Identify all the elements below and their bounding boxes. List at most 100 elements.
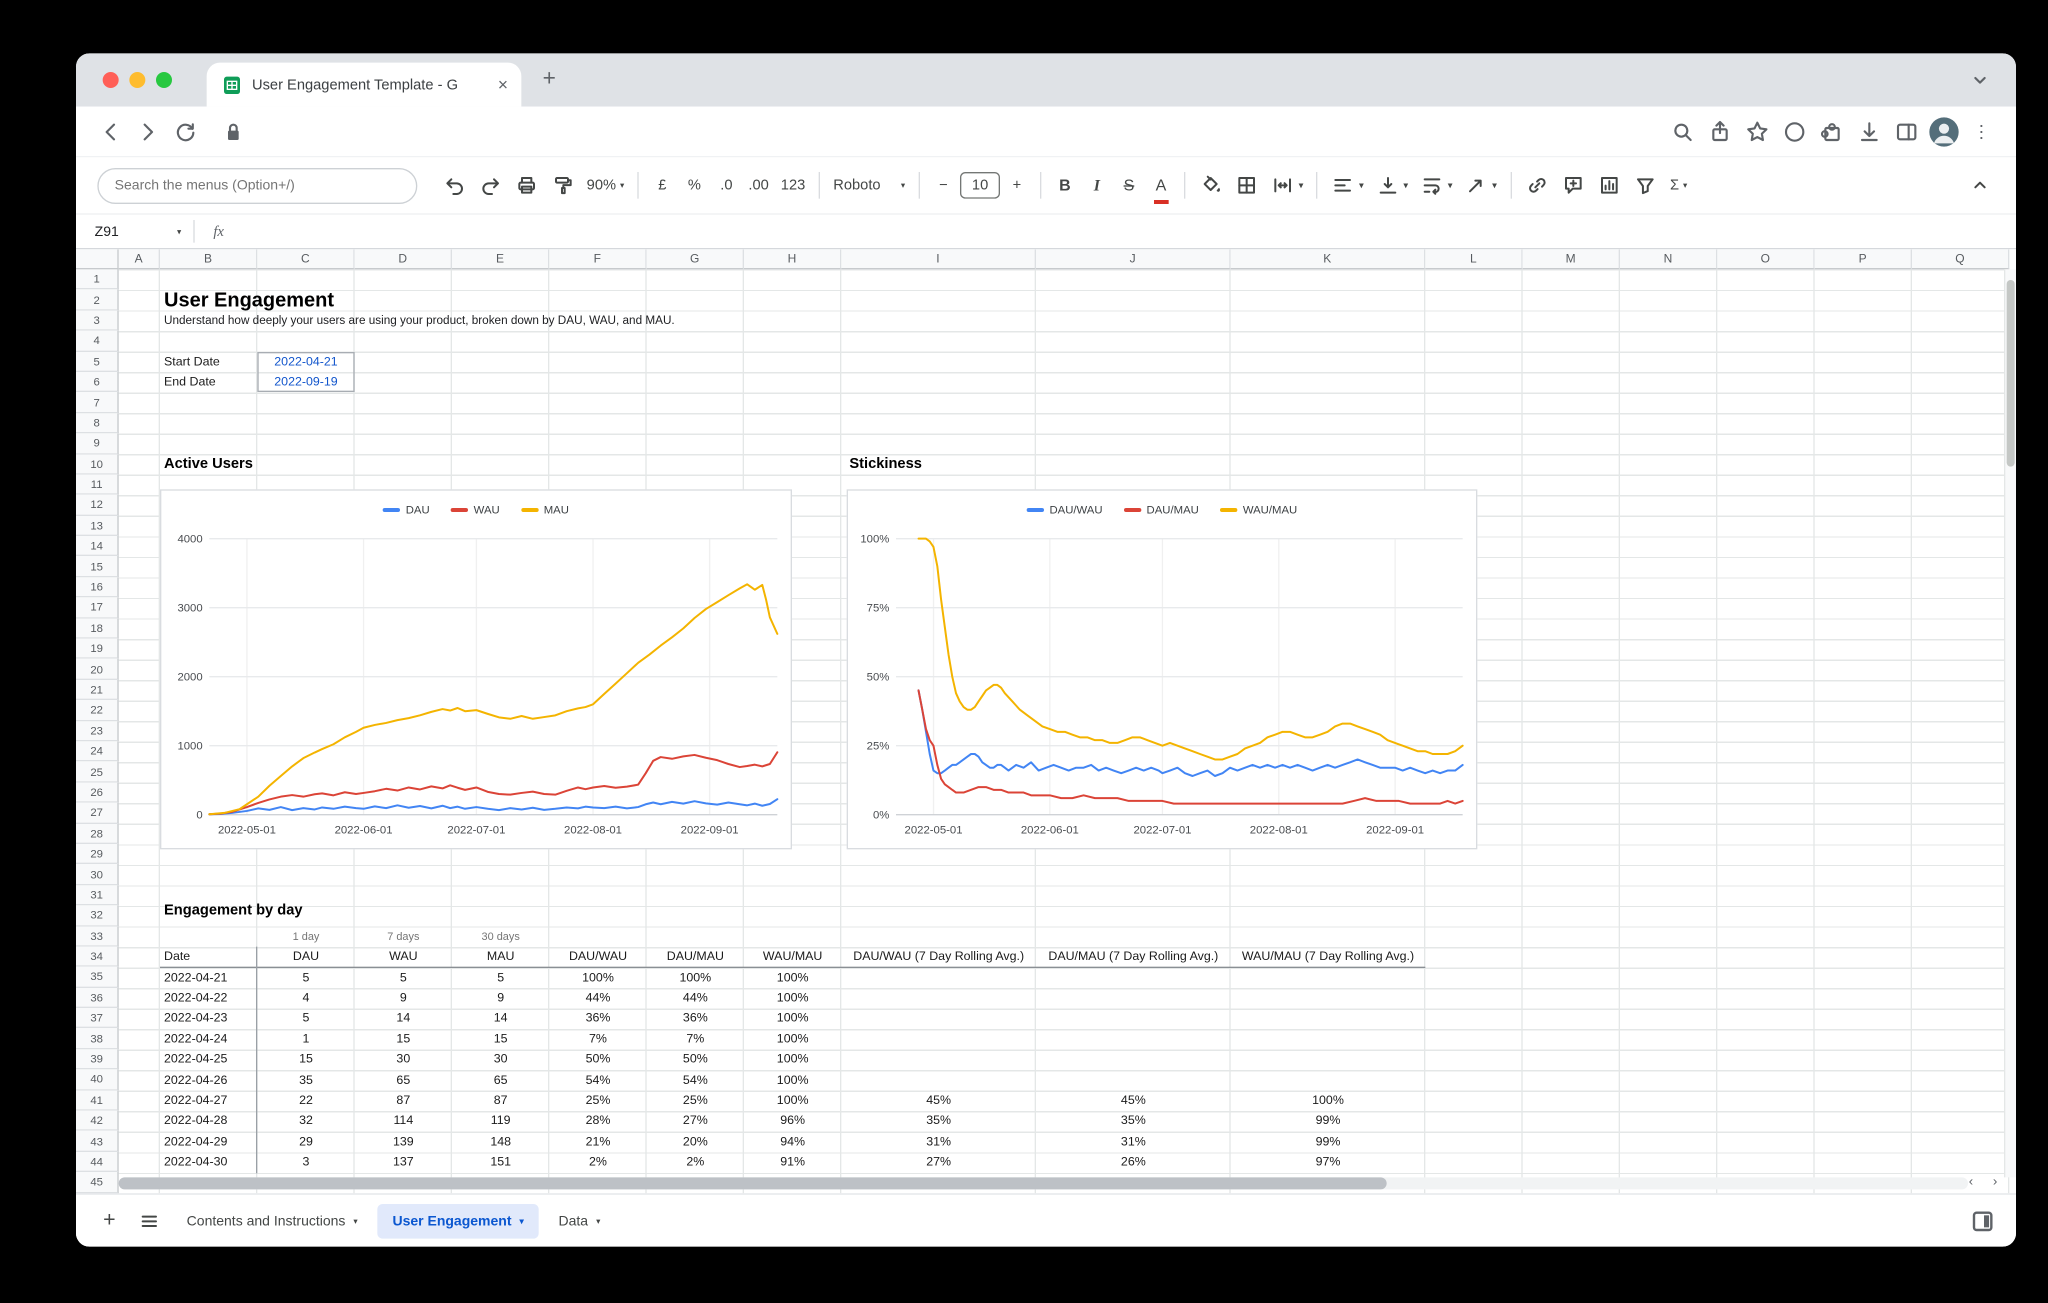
- column-header-o[interactable]: O: [1717, 249, 1814, 269]
- font-family-select[interactable]: Roboto▾: [828, 168, 911, 203]
- menu-search-input[interactable]: [97, 167, 417, 203]
- table-cell[interactable]: 25%: [586, 1091, 611, 1112]
- row-header-14[interactable]: 14: [76, 536, 119, 557]
- font-size-input[interactable]: 10: [960, 172, 1000, 199]
- row-header-13[interactable]: 13: [76, 516, 119, 537]
- table-cell[interactable]: 96%: [780, 1111, 805, 1132]
- table-cell-date[interactable]: 2022-04-28: [164, 1111, 227, 1132]
- table-header[interactable]: WAU/MAU (7 Day Rolling Avg.): [1242, 947, 1414, 968]
- table-cell[interactable]: 100%: [777, 967, 809, 988]
- table-header-date[interactable]: Date: [164, 947, 190, 968]
- table-header[interactable]: MAU: [487, 947, 515, 968]
- table-cell[interactable]: 30: [494, 1050, 508, 1071]
- decrease-decimal-button[interactable]: .0: [711, 168, 742, 203]
- table-cell[interactable]: 45%: [926, 1091, 951, 1112]
- row-header-4[interactable]: 4: [76, 331, 119, 352]
- table-cell[interactable]: 1: [303, 1029, 310, 1050]
- row-header-16[interactable]: 16: [76, 577, 119, 598]
- functions-button[interactable]: Σ▾: [1663, 168, 1694, 203]
- table-cell-date[interactable]: 2022-04-25: [164, 1050, 227, 1071]
- table-span-header[interactable]: 30 days: [482, 926, 520, 947]
- table-cell[interactable]: 137: [393, 1152, 414, 1173]
- table-header[interactable]: WAU: [389, 947, 417, 968]
- table-cell[interactable]: 100%: [1312, 1091, 1344, 1112]
- row-header-37[interactable]: 37: [76, 1008, 119, 1029]
- table-cell[interactable]: 4: [303, 988, 310, 1009]
- increase-decimal-button[interactable]: .00: [743, 168, 774, 203]
- row-header-45[interactable]: 45: [76, 1172, 119, 1193]
- extensions-puzzle-icon[interactable]: [1813, 113, 1850, 150]
- close-window-button[interactable]: [103, 72, 119, 88]
- table-cell[interactable]: 65: [396, 1070, 410, 1091]
- table-cell[interactable]: 139: [393, 1132, 414, 1153]
- table-cell[interactable]: 22: [299, 1091, 313, 1112]
- profile-ring-icon[interactable]: [1776, 113, 1813, 150]
- table-span-header[interactable]: 1 day: [293, 926, 320, 947]
- end-date-label[interactable]: End Date: [164, 372, 216, 393]
- start-date-label[interactable]: Start Date: [164, 351, 220, 372]
- strikethrough-button[interactable]: S: [1114, 168, 1145, 203]
- horizontal-align-button[interactable]: ▾: [1326, 168, 1369, 203]
- decrease-font-size-button[interactable]: −: [928, 168, 959, 203]
- table-cell[interactable]: 65: [494, 1070, 508, 1091]
- table-cell[interactable]: 99%: [1316, 1132, 1341, 1153]
- maximize-window-button[interactable]: [156, 72, 172, 88]
- table-cell[interactable]: 35: [299, 1070, 313, 1091]
- table-cell[interactable]: 30: [396, 1050, 410, 1071]
- table-header[interactable]: WAU/MAU: [763, 947, 822, 968]
- row-header-25[interactable]: 25: [76, 762, 119, 783]
- row-header-33[interactable]: 33: [76, 926, 119, 947]
- share-icon[interactable]: [1701, 113, 1738, 150]
- table-cell[interactable]: 45%: [1121, 1091, 1146, 1112]
- table-cell[interactable]: 99%: [1316, 1111, 1341, 1132]
- row-header-28[interactable]: 28: [76, 823, 119, 844]
- lock-icon[interactable]: [215, 113, 252, 150]
- name-box[interactable]: Z91 ▾: [76, 223, 193, 239]
- table-cell[interactable]: 5: [400, 967, 407, 988]
- table-cell[interactable]: 50%: [586, 1050, 611, 1071]
- table-cell[interactable]: 21%: [586, 1132, 611, 1153]
- column-header-n[interactable]: N: [1620, 249, 1717, 269]
- side-panel-icon[interactable]: [1888, 113, 1925, 150]
- sheet-tab-contents[interactable]: Contents and Instructions▾: [172, 1203, 372, 1238]
- column-header-b[interactable]: B: [160, 249, 257, 269]
- table-cell[interactable]: 54%: [683, 1070, 708, 1091]
- table-cell[interactable]: 148: [490, 1132, 511, 1153]
- table-cell[interactable]: 50%: [683, 1050, 708, 1071]
- stickiness-heading[interactable]: Stickiness: [849, 454, 922, 475]
- table-cell-date[interactable]: 2022-04-24: [164, 1029, 227, 1050]
- borders-button[interactable]: [1230, 168, 1265, 203]
- close-tab-icon[interactable]: ×: [498, 76, 508, 93]
- column-header-q[interactable]: Q: [1912, 249, 2009, 269]
- vertical-align-button[interactable]: ▾: [1370, 168, 1413, 203]
- table-cell[interactable]: 97%: [1316, 1152, 1341, 1173]
- engagement-heading[interactable]: Engagement by day: [164, 902, 303, 923]
- profile-avatar[interactable]: [1925, 113, 1962, 150]
- table-cell[interactable]: 94%: [780, 1132, 805, 1153]
- increase-font-size-button[interactable]: +: [1002, 168, 1033, 203]
- row-header-24[interactable]: 24: [76, 741, 119, 762]
- stickiness-chart[interactable]: DAU/WAUDAU/MAUWAU/MAU2022-05-012022-06-0…: [847, 489, 1478, 849]
- insert-comment-button[interactable]: [1555, 168, 1590, 203]
- table-cell[interactable]: 100%: [777, 988, 809, 1009]
- row-header-29[interactable]: 29: [76, 844, 119, 865]
- new-tab-button[interactable]: +: [543, 65, 556, 92]
- table-cell[interactable]: 27%: [683, 1111, 708, 1132]
- table-cell[interactable]: 7%: [686, 1029, 704, 1050]
- browser-menu-icon[interactable]: ⋮: [1963, 113, 2000, 150]
- browser-tab[interactable]: User Engagement Template - G ×: [207, 63, 522, 107]
- find-in-page-icon[interactable]: [1664, 113, 1701, 150]
- back-button[interactable]: [92, 113, 129, 150]
- table-cell-date[interactable]: 2022-04-27: [164, 1091, 227, 1112]
- table-cell[interactable]: 5: [497, 967, 504, 988]
- column-header-c[interactable]: C: [257, 249, 354, 269]
- row-header-3[interactable]: 3: [76, 310, 119, 331]
- row-header-1[interactable]: 1: [76, 269, 119, 290]
- table-cell[interactable]: 14: [494, 1009, 508, 1030]
- table-cell[interactable]: 151: [490, 1152, 511, 1173]
- italic-button[interactable]: I: [1082, 168, 1113, 203]
- sheet-description[interactable]: Understand how deeply your users are usi…: [164, 310, 675, 331]
- more-formats-button[interactable]: 123: [775, 168, 810, 203]
- table-cell-date[interactable]: 2022-04-23: [164, 1009, 227, 1030]
- table-cell-date[interactable]: 2022-04-21: [164, 967, 227, 988]
